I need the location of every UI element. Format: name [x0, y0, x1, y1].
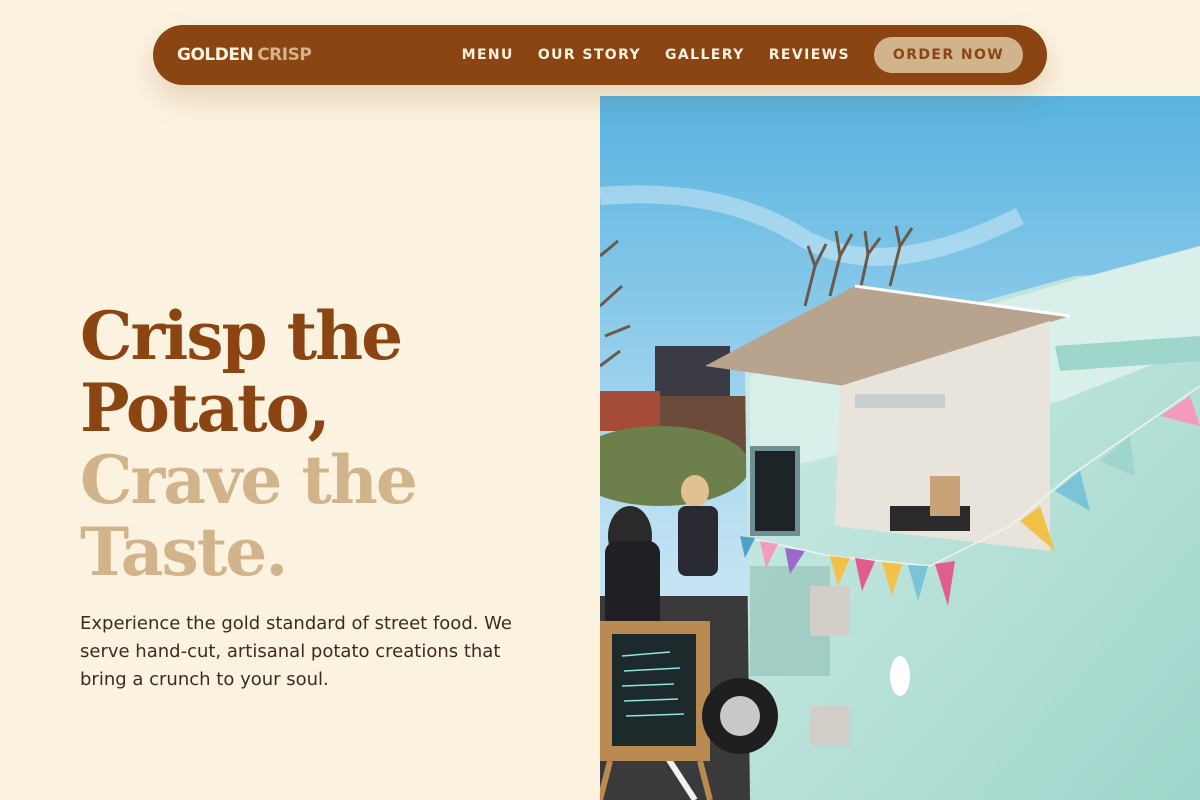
- nav-links: MENU OUR STORY GALLERY REVIEWS: [462, 47, 850, 63]
- navbar: GOLDEN CRISP MENU OUR STORY GALLERY REVIE…: [153, 25, 1047, 85]
- hero-text: Crisp the Potato, Crave the Taste. Exper…: [80, 300, 560, 694]
- hero-headline: Crisp the Potato, Crave the Taste.: [80, 300, 560, 588]
- headline-line-1: Crisp the: [80, 297, 403, 375]
- nav-link-reviews[interactable]: REVIEWS: [769, 47, 850, 63]
- nav-link-our-story[interactable]: OUR STORY: [538, 47, 641, 63]
- brand-name-accent: CRISP: [257, 45, 312, 65]
- headline-line-2: Potato,: [80, 369, 331, 447]
- nav-link-menu[interactable]: MENU: [462, 47, 514, 63]
- hero-image: [600, 96, 1200, 800]
- food-truck-illustration: [600, 96, 1200, 800]
- order-now-button[interactable]: ORDER NOW: [874, 37, 1023, 73]
- hero-description: Experience the gold standard of street f…: [80, 613, 512, 690]
- brand-name-primary: GOLDEN: [177, 45, 254, 65]
- nav-link-gallery[interactable]: GALLERY: [665, 47, 745, 63]
- headline-line-4: Taste.: [80, 513, 288, 591]
- brand-logo[interactable]: GOLDEN CRISP: [177, 45, 312, 65]
- headline-line-3: Crave the: [80, 441, 418, 519]
